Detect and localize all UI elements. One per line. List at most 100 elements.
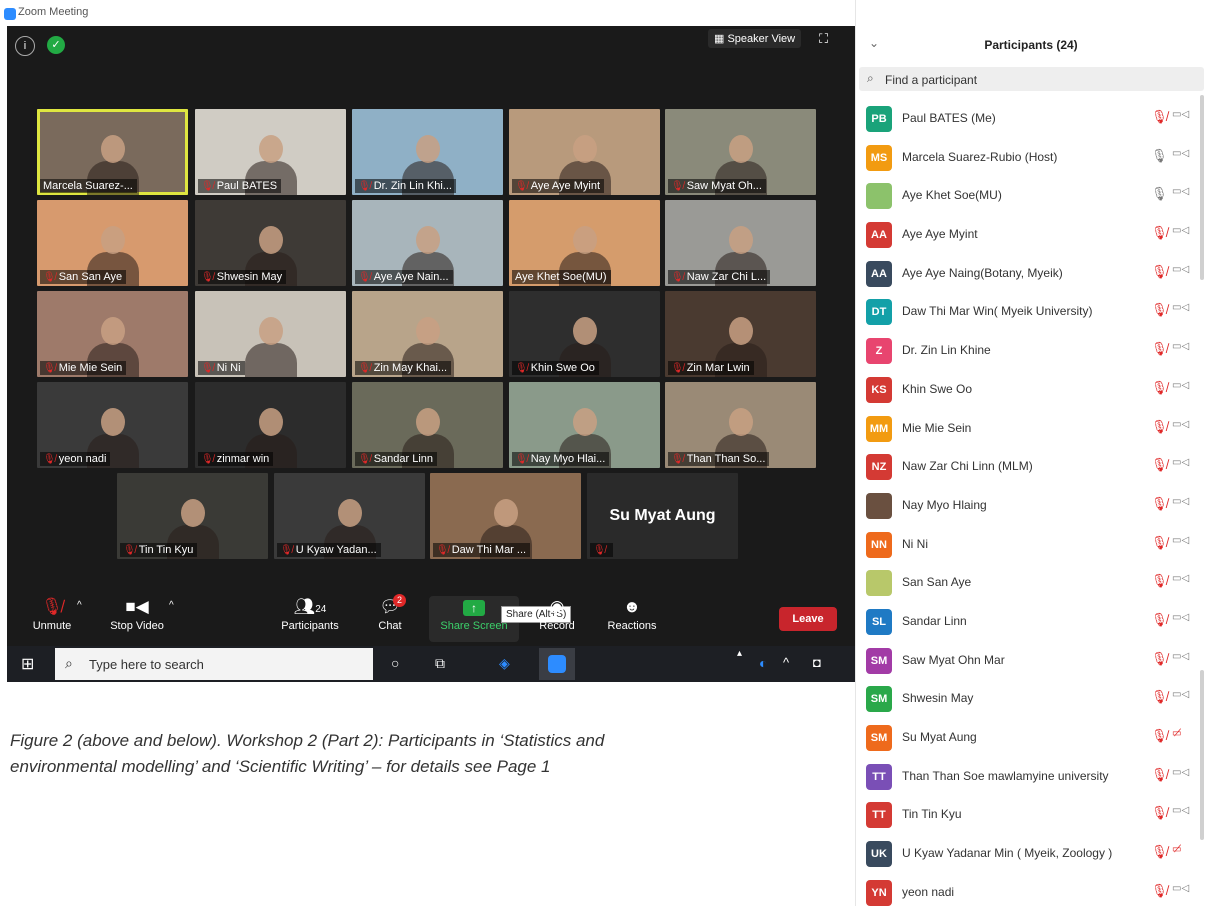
camera-off-icon[interactable]: ▭̸ [1172,844,1181,855]
participant-search-input[interactable] [883,70,1187,90]
app-icon[interactable]: ◈ [499,655,510,672]
video-tile[interactable]: Su Myat Aung 🎙︎̸ [587,473,738,559]
mic-muted-icon[interactable]: 🎙︎̸ [1151,496,1168,512]
participant-row[interactable]: TT Tin Tin Kyu 🎙︎̸ ▭◁ [856,795,1196,834]
mic-muted-icon[interactable]: 🎙︎̸ [1151,689,1168,705]
camera-icon[interactable]: ▭◁ [1172,225,1189,236]
video-tile[interactable]: 🎙︎̸ zinmar win [195,382,346,468]
camera-icon[interactable]: ▭◁ [1172,186,1189,197]
video-tile[interactable]: 🎙︎̸ Saw Myat Oh... [665,109,816,195]
unmute-button[interactable]: 🎙︎̸ Unmute [29,596,75,632]
chat-button[interactable]: 💬︎ 2 Chat [375,594,407,632]
video-tile[interactable]: 🎙︎̸ San San Aye [37,200,188,286]
camera-icon[interactable]: ▭◁ [1172,419,1189,430]
camera-icon[interactable]: ▭◁ [1172,264,1189,275]
camera-off-icon[interactable]: ▭̸ [1172,728,1181,739]
zoom-taskbar-button[interactable] [539,648,575,680]
mic-muted-icon[interactable]: 🎙︎̸ [1151,767,1168,783]
help-icon[interactable]: ◐ [759,655,767,671]
scrollbar-lower[interactable] [1200,670,1204,840]
video-tile[interactable]: 🎙︎̸ Paul BATES [195,109,346,195]
camera-icon[interactable]: ▭◁ [1172,302,1189,313]
chevron-up-icon[interactable]: ^ [783,655,789,670]
video-tile[interactable]: 🎙︎̸ Aye Aye Myint [509,109,660,195]
video-tile[interactable]: 🎙︎̸ Ni Ni [195,291,346,377]
mic-muted-icon[interactable]: 🎙︎̸ [1151,264,1168,280]
camera-icon[interactable]: ▭◁ [1172,496,1189,507]
participant-row[interactable]: UK U Kyaw Yadanar Min ( Myeik, Zoology ) 🎙… [856,834,1196,873]
camera-icon[interactable]: ▭◁ [1172,573,1189,584]
video-tile[interactable]: 🎙︎̸ Naw Zar Chi L... [665,200,816,286]
participant-row[interactable]: SM Su Myat Aung 🎙︎̸ ▭̸ [856,718,1196,757]
participant-row[interactable]: PB Paul BATES (Me) 🎙︎̸ ▭◁ [856,99,1196,138]
mic-muted-icon[interactable]: 🎙︎̸ [1151,109,1168,125]
participant-row[interactable]: San San Aye 🎙︎̸ ▭◁ [856,563,1196,602]
video-tile[interactable]: 🎙︎̸ Than Than So... [665,382,816,468]
fullscreen-icon[interactable]: ⛶ [819,31,828,47]
participant-row[interactable]: YN yeon nadi 🎙︎̸ ▭◁ [856,873,1196,911]
mic-muted-icon[interactable]: 🎙︎̸ [1151,341,1168,357]
mic-muted-icon[interactable]: 🎙︎̸ [1151,225,1168,241]
camera-icon[interactable]: ▭◁ [1172,109,1189,120]
mic-muted-icon[interactable]: 🎙︎̸ [1151,805,1168,821]
mic-muted-icon[interactable]: 🎙︎̸ [1151,728,1168,744]
participant-row[interactable]: AA Aye Aye Myint 🎙︎̸ ▭◁ [856,215,1196,254]
video-tile[interactable]: 🎙︎̸ Sandar Linn [352,382,503,468]
mic-muted-icon[interactable]: 🎙︎̸ [1151,457,1168,473]
record-button[interactable]: ◉ Record [537,596,577,632]
mic-muted-icon[interactable]: 🎙︎̸ [1151,302,1168,318]
taskbar-search[interactable]: ⌕ Type here to search [55,648,373,680]
shield-icon[interactable]: ✓ [47,36,65,54]
video-tile[interactable]: 🎙︎̸ Zin May Khai... [352,291,503,377]
tray-scroll-icon[interactable]: ▴ [737,648,742,659]
mic-muted-icon[interactable]: 🎙︎̸ [1151,419,1168,435]
participant-row[interactable]: NZ Naw Zar Chi Linn (MLM) 🎙︎̸ ▭◁ [856,447,1196,486]
participant-row[interactable]: Aye Khet Soe(MU) 🎙︎ ▭◁ [856,176,1196,215]
cortana-icon[interactable]: ○ [391,655,399,671]
camera-icon[interactable]: ▭◁ [1172,689,1189,700]
participant-row[interactable]: Z Dr. Zin Lin Khine 🎙︎̸ ▭◁ [856,331,1196,370]
video-tile[interactable]: 🎙︎̸ U Kyaw Yadan... [274,473,425,559]
mic-muted-icon[interactable]: 🎙︎̸ [1151,651,1168,667]
camera-icon[interactable]: ▭◁ [1172,651,1189,662]
camera-icon[interactable]: ▭◁ [1172,148,1189,159]
mic-muted-icon[interactable]: 🎙︎̸ [1151,612,1168,628]
participant-row[interactable]: AA Aye Aye Naing(Botany, Myeik) 🎙︎̸ ▭◁ [856,254,1196,293]
camera-icon[interactable]: ▭◁ [1172,535,1189,546]
camera-icon[interactable]: ▭◁ [1172,883,1189,894]
speaker-view-button[interactable]: ▦ Speaker View [708,29,802,48]
camera-icon[interactable]: ▭◁ [1172,341,1189,352]
reactions-button[interactable]: ☻ Reactions [605,596,659,632]
camera-icon[interactable]: ▭◁ [1172,767,1189,778]
camera-icon[interactable]: ▭◁ [1172,457,1189,468]
participants-button[interactable]: 👥︎24 Participants [279,596,341,632]
video-tile[interactable]: 🎙︎̸ Shwesin May [195,200,346,286]
participant-row[interactable]: Nay Myo Hlaing 🎙︎̸ ▭◁ [856,486,1196,525]
video-tile[interactable]: 🎙︎̸ Daw Thi Mar ... [430,473,581,559]
video-tile[interactable]: 🎙︎̸ Zin Mar Lwin [665,291,816,377]
chevron-up-icon[interactable]: ^ [169,600,174,611]
chevron-up-icon[interactable]: ^ [77,600,82,611]
info-icon[interactable]: i [15,36,35,56]
camera-icon[interactable]: ▭◁ [1172,612,1189,623]
participant-row[interactable]: NN Ni Ni 🎙︎̸ ▭◁ [856,525,1196,564]
mic-muted-icon[interactable]: 🎙︎̸ [1151,573,1168,589]
participant-row[interactable]: KS Khin Swe Oo 🎙︎̸ ▭◁ [856,370,1196,409]
video-tile[interactable]: 🎙︎̸ Nay Myo Hlai... [509,382,660,468]
mic-muted-icon[interactable]: 🎙︎̸ [1151,380,1168,396]
mic-muted-icon[interactable]: 🎙︎̸ [1151,535,1168,551]
video-tile[interactable]: 🎙︎̸ Aye Aye Nain... [352,200,503,286]
leave-button[interactable]: Leave [779,607,837,631]
video-tile[interactable]: 🎙︎̸ yeon nadi [37,382,188,468]
participant-row[interactable]: SL Sandar Linn 🎙︎̸ ▭◁ [856,602,1196,641]
device-icon[interactable]: ◘ [813,655,821,670]
video-tile[interactable]: 🎙︎̸ Khin Swe Oo [509,291,660,377]
scrollbar[interactable] [1200,95,1204,280]
participant-row[interactable]: MM Mie Mie Sein 🎙︎̸ ▭◁ [856,409,1196,448]
participant-row[interactable]: SM Saw Myat Ohn Mar 🎙︎̸ ▭◁ [856,641,1196,680]
video-tile[interactable]: 🎙︎̸ Mie Mie Sein [37,291,188,377]
mic-icon[interactable]: 🎙︎ [1151,186,1168,202]
video-tile[interactable]: 🎙︎̸ Tin Tin Kyu [117,473,268,559]
video-tile[interactable]: Marcela Suarez-... [37,109,188,195]
mic-muted-icon[interactable]: 🎙︎̸ [1151,844,1168,860]
